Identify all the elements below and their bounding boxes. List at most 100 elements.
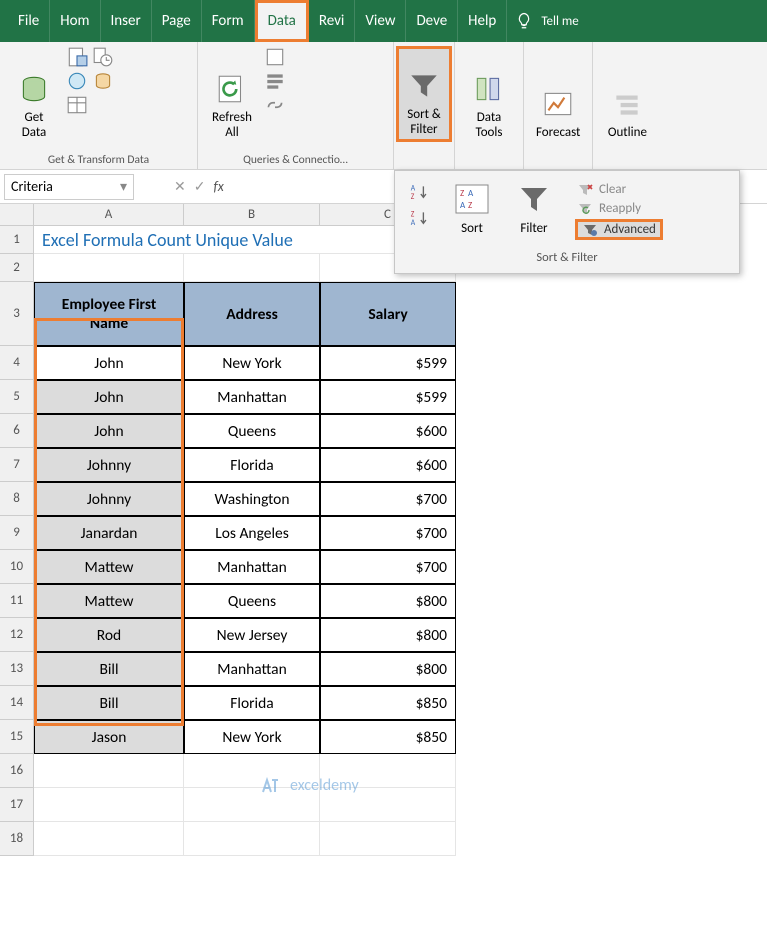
queries-icon[interactable] xyxy=(264,46,286,68)
table-cell-salary[interactable]: $800 xyxy=(320,584,456,618)
table-cell-address[interactable]: Manhattan xyxy=(184,380,320,414)
data-tools-button[interactable]: Data Tools xyxy=(461,46,517,142)
sort-az-icon[interactable]: AZ xyxy=(409,181,431,203)
row-header[interactable]: 17 xyxy=(0,788,34,822)
from-text-icon[interactable] xyxy=(66,46,88,68)
forecast-button[interactable]: Forecast xyxy=(530,46,586,142)
table-cell-address[interactable]: Queens xyxy=(184,414,320,448)
table-cell-address[interactable]: Florida xyxy=(184,686,320,720)
row-header[interactable]: 10 xyxy=(0,550,34,584)
table-cell-salary[interactable]: $600 xyxy=(320,448,456,482)
row-header[interactable]: 1 xyxy=(0,226,34,254)
sort-filter-button[interactable]: Sort & Filter xyxy=(396,46,452,142)
properties-icon[interactable] xyxy=(264,70,286,92)
table-cell-name[interactable]: John xyxy=(34,414,184,448)
table-cell-address[interactable]: Queens xyxy=(184,584,320,618)
recent-sources-icon[interactable] xyxy=(92,46,114,68)
table-cell-address[interactable]: Los Angeles xyxy=(184,516,320,550)
tab-formulas[interactable]: Form xyxy=(202,0,255,42)
tab-view[interactable]: View xyxy=(355,0,406,42)
table-cell-salary[interactable]: $700 xyxy=(320,482,456,516)
tab-page[interactable]: Page xyxy=(152,0,202,42)
table-cell-name[interactable]: Jason xyxy=(34,720,184,754)
cell[interactable] xyxy=(34,754,184,788)
from-web-icon[interactable] xyxy=(66,70,88,92)
cell[interactable] xyxy=(34,822,184,856)
refresh-all-button[interactable]: Refresh All xyxy=(204,46,260,142)
table-cell-salary[interactable]: $800 xyxy=(320,618,456,652)
table-cell-name[interactable]: Johnny xyxy=(34,448,184,482)
cell[interactable] xyxy=(184,254,320,282)
col-header-b[interactable]: B xyxy=(184,204,320,226)
table-cell-address[interactable]: New York xyxy=(184,346,320,380)
tab-review[interactable]: Revi xyxy=(309,0,356,42)
tab-data[interactable]: Data xyxy=(255,0,309,42)
select-all-corner[interactable] xyxy=(0,204,34,226)
table-cell-address[interactable]: New York xyxy=(184,720,320,754)
table-cell-salary[interactable]: $850 xyxy=(320,686,456,720)
table-cell-salary[interactable]: $700 xyxy=(320,550,456,584)
cancel-icon[interactable]: ✕ xyxy=(174,178,186,195)
table-cell-salary[interactable]: $850 xyxy=(320,720,456,754)
table-cell-address[interactable]: Manhattan xyxy=(184,550,320,584)
table-cell-name[interactable]: Mattew xyxy=(34,584,184,618)
table-cell-name[interactable]: John xyxy=(34,346,184,380)
from-table-icon[interactable] xyxy=(66,94,88,116)
tab-home[interactable]: Hom xyxy=(50,0,100,42)
table-cell-address[interactable]: Manhattan xyxy=(184,652,320,686)
row-header[interactable]: 15 xyxy=(0,720,34,754)
row-header[interactable]: 9 xyxy=(0,516,34,550)
table-cell-name[interactable]: Mattew xyxy=(34,550,184,584)
cell[interactable] xyxy=(34,788,184,822)
col-header-a[interactable]: A xyxy=(34,204,184,226)
advanced-button[interactable]: Advanced xyxy=(575,219,663,240)
existing-connections-icon[interactable] xyxy=(92,70,114,92)
table-cell-address[interactable]: Washington xyxy=(184,482,320,516)
row-header[interactable]: 16 xyxy=(0,754,34,788)
table-cell-name[interactable]: Janardan xyxy=(34,516,184,550)
row-header[interactable]: 5 xyxy=(0,380,34,414)
cell[interactable] xyxy=(184,822,320,856)
reapply-button[interactable]: Reapply xyxy=(575,200,663,217)
row-header[interactable]: 18 xyxy=(0,822,34,856)
row-header[interactable]: 6 xyxy=(0,414,34,448)
row-header[interactable]: 14 xyxy=(0,686,34,720)
filter-button[interactable]: Filter xyxy=(513,181,555,236)
tab-insert[interactable]: Inser xyxy=(101,0,152,42)
fx-icon[interactable]: fx xyxy=(213,178,223,195)
table-cell-salary[interactable]: $599 xyxy=(320,346,456,380)
row-header[interactable]: 11 xyxy=(0,584,34,618)
name-box[interactable]: Criteria ▾ xyxy=(4,174,134,200)
row-header[interactable]: 12 xyxy=(0,618,34,652)
get-data-button[interactable]: Get Data xyxy=(6,46,62,142)
row-header[interactable]: 13 xyxy=(0,652,34,686)
row-header[interactable]: 8 xyxy=(0,482,34,516)
table-cell-name[interactable]: Bill xyxy=(34,652,184,686)
row-header[interactable]: 4 xyxy=(0,346,34,380)
tell-me[interactable]: Tell me xyxy=(515,12,578,30)
table-cell-salary[interactable]: $800 xyxy=(320,652,456,686)
sort-button[interactable]: ZAAZ Sort xyxy=(451,181,493,236)
tab-file[interactable]: File xyxy=(8,0,50,42)
enter-icon[interactable]: ✓ xyxy=(194,178,206,195)
tab-developer[interactable]: Deve xyxy=(406,0,458,42)
cell[interactable] xyxy=(34,254,184,282)
tab-help[interactable]: Help xyxy=(458,0,507,42)
row-header[interactable]: 7 xyxy=(0,448,34,482)
table-cell-name[interactable]: Rod xyxy=(34,618,184,652)
row-header[interactable]: 2 xyxy=(0,254,34,282)
table-cell-address[interactable]: New Jersey xyxy=(184,618,320,652)
table-cell-salary[interactable]: $700 xyxy=(320,516,456,550)
table-cell-name[interactable]: John xyxy=(34,380,184,414)
edit-links-icon[interactable] xyxy=(264,94,286,116)
table-cell-name[interactable]: Johnny xyxy=(34,482,184,516)
sort-za-icon[interactable]: ZA xyxy=(409,207,431,229)
table-cell-address[interactable]: Florida xyxy=(184,448,320,482)
table-cell-salary[interactable]: $600 xyxy=(320,414,456,448)
clear-button[interactable]: Clear xyxy=(575,181,663,198)
row-header[interactable]: 3 xyxy=(0,282,34,346)
table-cell-salary[interactable]: $599 xyxy=(320,380,456,414)
cell[interactable] xyxy=(320,822,456,856)
table-cell-name[interactable]: Bill xyxy=(34,686,184,720)
outline-button[interactable]: Outline xyxy=(599,46,655,142)
